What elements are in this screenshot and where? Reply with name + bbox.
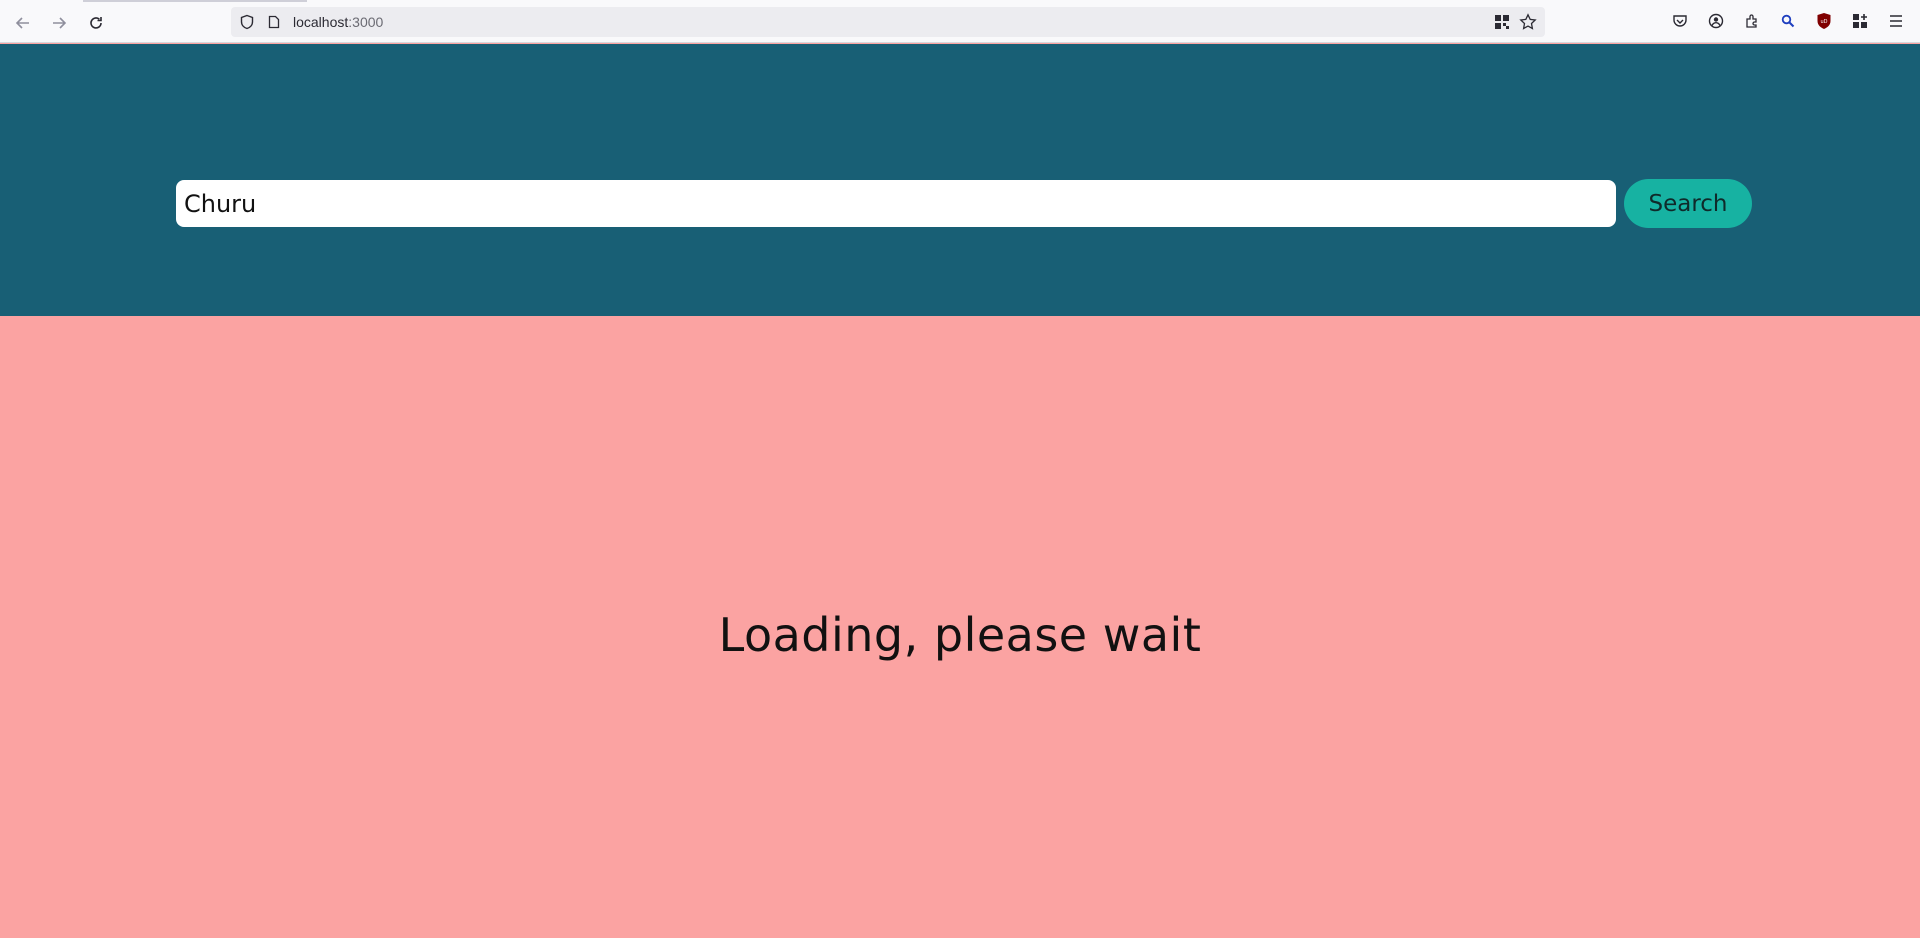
browser-toolbar: localhost:3000 uD bbox=[0, 0, 1920, 43]
loading-message: Loading, please wait bbox=[718, 608, 1202, 662]
page-icon bbox=[268, 15, 280, 29]
header: Search bbox=[0, 44, 1920, 316]
account-icon[interactable] bbox=[1706, 11, 1726, 31]
bookmark-star-icon[interactable] bbox=[1519, 13, 1537, 31]
svg-text:uD: uD bbox=[1820, 19, 1827, 25]
url-text[interactable]: localhost:3000 bbox=[293, 14, 383, 30]
forward-arrow-icon bbox=[53, 17, 67, 29]
search-extension-icon[interactable] bbox=[1778, 11, 1798, 31]
main-content: Loading, please wait bbox=[0, 316, 1920, 938]
url-port: :3000 bbox=[348, 14, 384, 30]
shield-icon[interactable] bbox=[239, 14, 255, 30]
ublock-origin-icon[interactable]: uD bbox=[1814, 11, 1834, 31]
reload-button[interactable] bbox=[83, 10, 109, 36]
search-input[interactable] bbox=[176, 180, 1616, 227]
qr-code-icon[interactable] bbox=[1495, 15, 1509, 29]
extensions-grid-icon[interactable] bbox=[1850, 11, 1870, 31]
extensions-icon[interactable] bbox=[1742, 11, 1762, 31]
address-bar[interactable]: localhost:3000 bbox=[231, 7, 1545, 37]
pocket-icon[interactable] bbox=[1670, 11, 1690, 31]
back-arrow-icon bbox=[15, 17, 29, 29]
active-tab-indicator bbox=[83, 0, 307, 2]
url-host: localhost bbox=[293, 14, 349, 30]
forward-button[interactable] bbox=[46, 10, 72, 36]
reload-icon bbox=[90, 17, 102, 29]
menu-icon[interactable] bbox=[1886, 11, 1906, 31]
back-button[interactable] bbox=[10, 10, 36, 36]
search-button[interactable]: Search bbox=[1624, 179, 1752, 228]
